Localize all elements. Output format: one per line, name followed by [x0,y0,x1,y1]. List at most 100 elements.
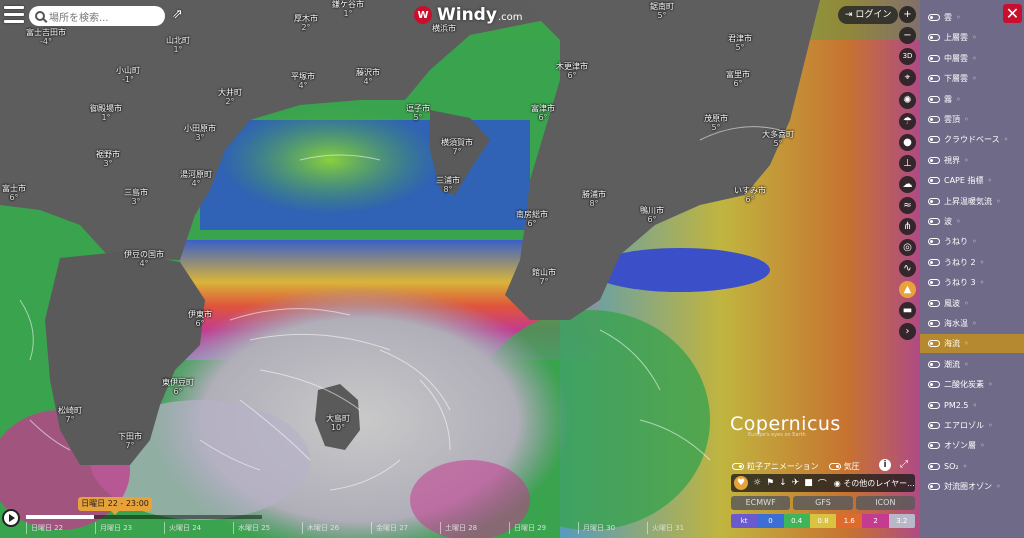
more-layers-button[interactable]: ◉ その他のレイヤー... [834,478,915,489]
layer-toggle[interactable] [928,14,940,21]
current-time-bubble[interactable]: 日曜日 22 - 23:00 [78,497,152,515]
pressure-toggle[interactable]: 気圧 [828,461,860,472]
layer-item[interactable]: うねり 2 ◦ [920,253,1024,272]
layer-item[interactable]: 対流圏オゾン ◦ [920,477,1024,496]
3d-view-button[interactable]: 3D [899,48,916,65]
flag-icon[interactable]: ⚑ [766,478,774,488]
particles-toggle[interactable]: 粒子アニメーション [732,461,819,472]
layer-item[interactable]: うねり ◦ [920,232,1024,251]
play-button[interactable] [2,509,20,527]
info-icon[interactable]: i [879,459,891,471]
timeline-day-label[interactable]: 日曜日 22 [26,522,95,534]
fullscreen-icon[interactable]: ⤢ [900,459,908,470]
location-pin-icon[interactable]: ⌖ [899,69,916,86]
layer-item[interactable]: CAPE 指標 ◦ [920,171,1024,190]
paraglider-icon[interactable]: ⌒ [818,477,827,490]
layer-toggle[interactable] [928,360,940,368]
close-icon[interactable]: ✕ [1003,4,1022,23]
layer-item[interactable]: 視界 ◦ [920,151,1024,170]
timeline-track[interactable] [26,515,262,519]
layer-toggle[interactable] [928,75,940,83]
layer-item[interactable]: 中層雲 ◦ [920,49,1024,68]
wave-icon[interactable]: ∿ [899,260,916,277]
share-icon[interactable]: ⇗ [172,8,186,21]
layer-toggle[interactable] [928,177,940,185]
zoom-in-button[interactable]: + [899,6,916,23]
layer-toggle[interactable] [928,197,940,205]
timeline-day-label[interactable]: 土曜日 28 [440,522,509,534]
layer-label: うねり [944,237,968,247]
cloud-sun-icon[interactable]: ☼ [753,478,761,488]
drop-icon[interactable]: ● [899,134,916,151]
layer-toggle[interactable] [928,340,940,348]
wind-icon[interactable]: ✺ [899,92,916,109]
layer-toggle[interactable] [928,258,940,266]
layer-item[interactable]: クラウドベース ◦ [920,130,1024,149]
layer-item[interactable]: 潮流 ◦ [920,355,1024,374]
thermometer-icon[interactable]: ↓ [779,478,787,488]
login-button[interactable]: ⇥ ログイン [838,6,899,24]
layer-item[interactable]: PM2.5 ◦ [920,396,1024,415]
layer-item[interactable]: エアロゾル ◦ [920,416,1024,435]
layer-toggle[interactable] [928,299,940,307]
ocean-current-icon[interactable]: ▲ [899,281,916,298]
layer-item[interactable]: 海流 ◦ [920,334,1024,354]
timeline-day-label[interactable]: 月曜日 30 [578,522,647,534]
timeline-day-label[interactable]: 月曜日 23 [95,522,164,534]
layer-toggle[interactable] [928,401,940,409]
model-gfs-button[interactable]: GFS [793,496,853,510]
layer-item[interactable]: SO₂ ◦ [920,457,1024,476]
timeline-day-label[interactable]: 金曜日 27 [371,522,440,534]
place-label: 山北町 1° [166,36,190,54]
layer-item[interactable]: 雲頂 ◦ [920,110,1024,129]
layer-toggle[interactable] [928,320,940,327]
layer-toggle[interactable] [928,442,940,450]
cloud-icon[interactable]: ☁ [899,176,916,193]
camera-icon[interactable]: ■ [804,478,813,488]
layer-item[interactable]: 海水温 ◦ [920,314,1024,333]
layer-toggle[interactable] [928,95,940,103]
hamburger-menu-button[interactable] [4,6,24,24]
timeline-day-label[interactable]: 日曜日 29 [509,522,578,534]
color-scale-legend[interactable]: kt 0 0.4 0.8 1.6 2 3.2 [731,514,915,528]
layer-item[interactable]: 風波 ◦ [920,294,1024,313]
layer-toggle[interactable] [928,462,940,470]
layer-toggle[interactable] [928,483,940,491]
timeline-day-label[interactable]: 水曜日 25 [233,522,302,534]
layer-item[interactable]: 上層雲 ◦ [920,28,1024,47]
layer-item[interactable]: 下層雲 ◦ [920,69,1024,88]
plane-icon[interactable]: ✈ [792,478,800,488]
layer-item[interactable]: オゾン層 ◦ [920,436,1024,455]
paraglider-icon[interactable]: ⋔ [899,218,916,235]
model-icon-button[interactable]: ICON [855,496,915,510]
layer-toggle[interactable] [928,279,940,287]
layer-toggle[interactable] [928,116,940,123]
rain-icon[interactable]: ☂ [899,113,916,130]
favorite-heart-icon[interactable]: ♥ [734,476,748,490]
layer-toggle[interactable] [928,422,940,429]
layer-item[interactable]: うねり 3 ◦ [920,273,1024,292]
layer-toggle[interactable] [928,34,940,42]
timeline-day-label[interactable]: 木曜日 26 [302,522,371,534]
layer-item[interactable]: 上昇温暖気流 ◦ [920,192,1024,211]
layer-toggle[interactable] [928,381,940,389]
layer-toggle[interactable] [928,136,940,144]
waves-icon[interactable]: ≈ [899,197,916,214]
layer-item[interactable]: 霧 ◦ [920,90,1024,109]
timeline-day-label[interactable]: 火曜日 31 [647,522,716,534]
chevron-right-icon[interactable]: › [899,323,916,340]
zoom-out-button[interactable]: − [899,27,916,44]
timeline-day-label[interactable]: 火曜日 24 [164,522,233,534]
layer-item[interactable]: 波 ◦ [920,212,1024,231]
layer-toggle[interactable] [928,218,940,225]
layer-toggle[interactable] [928,54,940,62]
thermometer-icon[interactable]: ⊥ [899,155,916,172]
map-view[interactable]: 富士吉田市 -4° 山北町 1° 厚木市 2° 横浜市 小山町 -1° 大井町 2° 平塚… [0,0,920,538]
layer-toggle[interactable] [928,156,940,164]
car-icon[interactable]: ▬ [899,302,916,319]
co-icon[interactable]: ◎ [899,239,916,256]
layer-item[interactable]: 二酸化炭素 ◦ [920,375,1024,394]
layer-toggle[interactable] [928,238,940,246]
search-input[interactable]: 場所を検索... [29,6,165,26]
model-ecmwf-button[interactable]: ECMWF [731,496,791,510]
